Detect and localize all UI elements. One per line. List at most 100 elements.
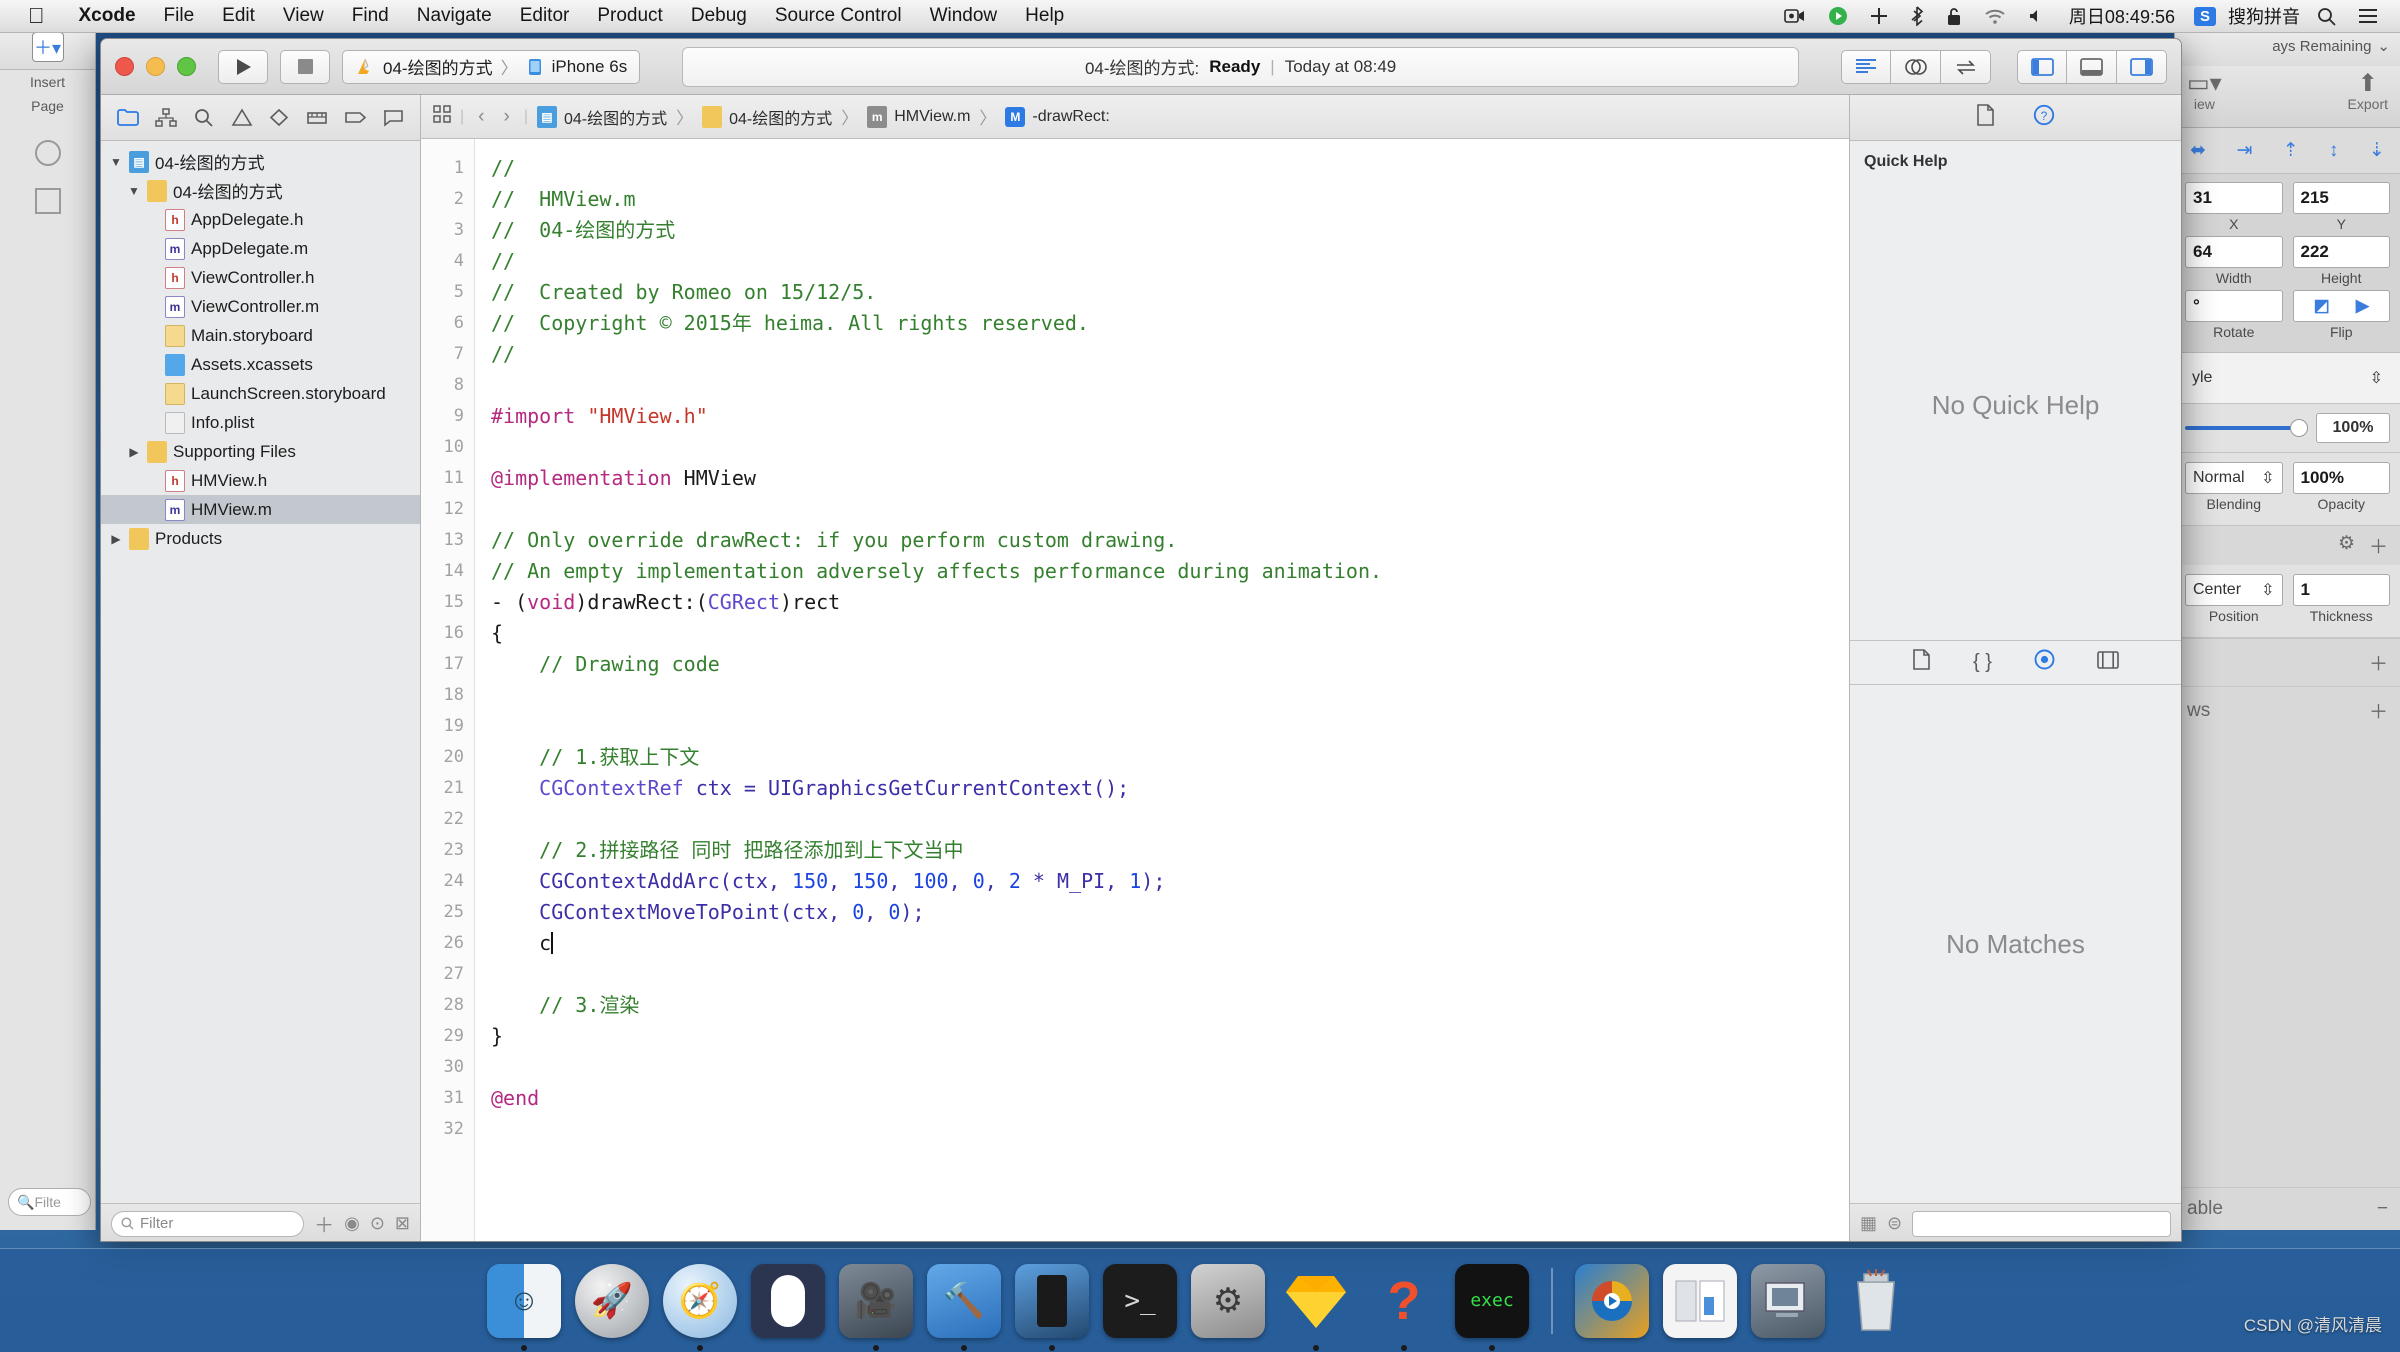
code-line[interactable]	[491, 680, 1849, 711]
file-tree-row[interactable]: Main.storyboard	[101, 321, 420, 350]
code-line[interactable]: @end	[491, 1083, 1849, 1114]
menu-item-source-control[interactable]: Source Control	[761, 5, 916, 27]
screenflow-dock-icon[interactable]	[1751, 1263, 1825, 1338]
ellipse-shape-icon[interactable]	[34, 140, 61, 166]
thickness-field[interactable]: 1	[2292, 574, 2390, 606]
view-tool[interactable]: ▭▾ iew	[2187, 72, 2222, 113]
quick-help-inspector-icon[interactable]: ?	[2033, 104, 2055, 132]
test-navigator-icon[interactable]	[265, 105, 293, 131]
wifi-icon[interactable]	[1973, 8, 2017, 25]
run-button[interactable]	[218, 49, 268, 84]
screen-recording-icon[interactable]	[1773, 8, 1817, 24]
navigator-filter-input[interactable]: Filter	[111, 1210, 305, 1237]
file-tree-row[interactable]: m AppDelegate.m	[101, 234, 420, 263]
align-top-icon[interactable]: ⇡	[2283, 139, 2299, 162]
opacity-field[interactable]: 100%	[2292, 462, 2390, 494]
code-line[interactable]: // 1.获取上下文	[491, 742, 1849, 773]
menu-item-editor[interactable]: Editor	[506, 5, 584, 27]
code-line[interactable]: @implementation HMView	[491, 463, 1849, 494]
code-line[interactable]: //	[491, 339, 1849, 370]
grid-view-icon[interactable]: ▦	[1860, 1213, 1877, 1234]
file-inspector-icon[interactable]	[1976, 103, 1995, 132]
menu-item-help[interactable]: Help	[1011, 5, 1078, 27]
file-tree-row[interactable]: Assets.xcassets	[101, 350, 420, 379]
file-tree-row[interactable]: Info.plist	[101, 408, 420, 437]
code-line[interactable]	[491, 711, 1849, 742]
disclosure-triangle-icon[interactable]: ▶	[109, 532, 123, 546]
project-file-tree[interactable]: ▼ ▤ 04-绘图的方式 ▼ 04-绘图的方式 h AppDelegate.h m AppDel…	[101, 141, 420, 1203]
code-line[interactable]: c	[491, 928, 1849, 959]
nested-filter-icon[interactable]: ⊠	[395, 1213, 410, 1234]
code-snippet-library-icon[interactable]: { }	[1973, 651, 1992, 674]
apple-icon[interactable]: 	[0, 5, 65, 27]
media-player-dock-icon[interactable]	[1575, 1263, 1649, 1338]
finder-dock-icon[interactable]: ☺	[487, 1263, 561, 1338]
keynote-dock-icon[interactable]	[1663, 1263, 1737, 1338]
report-navigator-icon[interactable]	[379, 105, 407, 131]
x-field[interactable]: 31	[2185, 182, 2283, 214]
file-tree-row[interactable]: m HMView.m	[101, 495, 420, 524]
trash-dock-icon[interactable]	[1839, 1264, 1913, 1338]
file-tree-row[interactable]: LaunchScreen.storyboard	[101, 379, 420, 408]
menu-item-find[interactable]: Find	[338, 5, 403, 27]
breadcrumb-item-group[interactable]: 04-绘图的方式	[702, 105, 832, 129]
code-line[interactable]: // HMView.m	[491, 184, 1849, 215]
code-line[interactable]: // 04-绘图的方式	[491, 215, 1849, 246]
background-left-filter[interactable]: 🔍 Filte	[8, 1188, 91, 1216]
xcode-beta-dock-icon[interactable]	[1015, 1263, 1089, 1338]
find-navigator-icon[interactable]	[190, 105, 218, 131]
assistant-editor-icon[interactable]	[1891, 49, 1941, 84]
code-text[interactable]: // // HMView.m // 04-绘图的方式 // // Created by …	[475, 139, 1849, 1241]
menu-item-window[interactable]: Window	[916, 5, 1012, 27]
plus-icon[interactable]: ＋	[2369, 649, 2388, 676]
input-method-badge-icon[interactable]: S	[2193, 6, 2216, 26]
code-line[interactable]: //	[491, 153, 1849, 184]
align-horizontal-icon[interactable]: ⬌	[2190, 139, 2206, 162]
slider-knob[interactable]	[2290, 419, 2308, 437]
version-editor-icon[interactable]	[1941, 49, 1991, 84]
breadcrumb-item-project[interactable]: ▤ 04-绘图的方式	[536, 105, 667, 129]
code-line[interactable]: CGContextRef ctx = UIGraphicsGetCurrentC…	[491, 773, 1849, 804]
file-tree-row[interactable]: ▶ Products	[101, 524, 420, 553]
code-line[interactable]	[491, 804, 1849, 835]
code-line[interactable]	[491, 370, 1849, 401]
border-position-select[interactable]: Center ⇳	[2185, 574, 2283, 606]
safari-dock-icon[interactable]: 🧭	[663, 1263, 737, 1338]
menu-item-debug[interactable]: Debug	[677, 5, 761, 27]
code-line[interactable]: // Created by Romeo on 15/12/5.	[491, 277, 1849, 308]
code-line[interactable]	[491, 959, 1849, 990]
align-middle-icon[interactable]: ↕	[2329, 140, 2339, 162]
code-line[interactable]	[491, 1114, 1849, 1145]
plus-icon[interactable]	[1859, 7, 1899, 25]
file-tree-row[interactable]: h ViewController.h	[101, 263, 420, 292]
file-tree-row[interactable]: ▼ ▤ 04-绘图的方式	[101, 147, 420, 176]
file-tree-row[interactable]: ▼ 04-绘图的方式	[101, 176, 420, 205]
opacity-slider[interactable]	[2185, 419, 2308, 437]
paw-dock-icon[interactable]: ?	[1367, 1264, 1441, 1338]
plus-icon[interactable]: ＋	[2369, 697, 2388, 724]
code-line[interactable]: }	[491, 1021, 1849, 1052]
toggle-navigator-icon[interactable]	[2017, 49, 2067, 84]
project-navigator-icon[interactable]	[114, 105, 142, 131]
object-library-icon[interactable]	[2034, 649, 2055, 676]
file-template-library-icon[interactable]	[1912, 649, 1931, 676]
scheme-selector[interactable]: 04-绘图的方式 〉 iPhone 6s	[342, 49, 641, 84]
opacity-slider-value[interactable]: 100%	[2316, 413, 2390, 443]
toggle-utilities-icon[interactable]	[2117, 49, 2167, 84]
width-field[interactable]: 64	[2185, 236, 2283, 268]
code-line[interactable]: // Drawing code	[491, 649, 1849, 680]
input-method-label[interactable]: 搜狗拼音	[2222, 3, 2306, 29]
menu-item-product[interactable]: Product	[583, 5, 676, 27]
style-stepper-icon[interactable]: ⇳	[2370, 368, 2383, 388]
code-line[interactable]	[491, 494, 1849, 525]
mouse-app-dock-icon[interactable]	[751, 1263, 825, 1338]
disclosure-triangle-icon[interactable]: ▼	[127, 184, 141, 198]
library-filter-input[interactable]	[1912, 1210, 2171, 1237]
menu-bar-clock[interactable]: 周日08:49:56	[2056, 3, 2188, 29]
sketch-dock-icon[interactable]	[1279, 1264, 1353, 1338]
issue-navigator-icon[interactable]	[228, 105, 256, 131]
gear-icon[interactable]: ⚙	[2338, 532, 2355, 559]
lock-icon[interactable]	[1935, 7, 1973, 26]
file-tree-row[interactable]: h HMView.h	[101, 466, 420, 495]
terminal-dock-icon[interactable]: >_	[1103, 1263, 1177, 1338]
